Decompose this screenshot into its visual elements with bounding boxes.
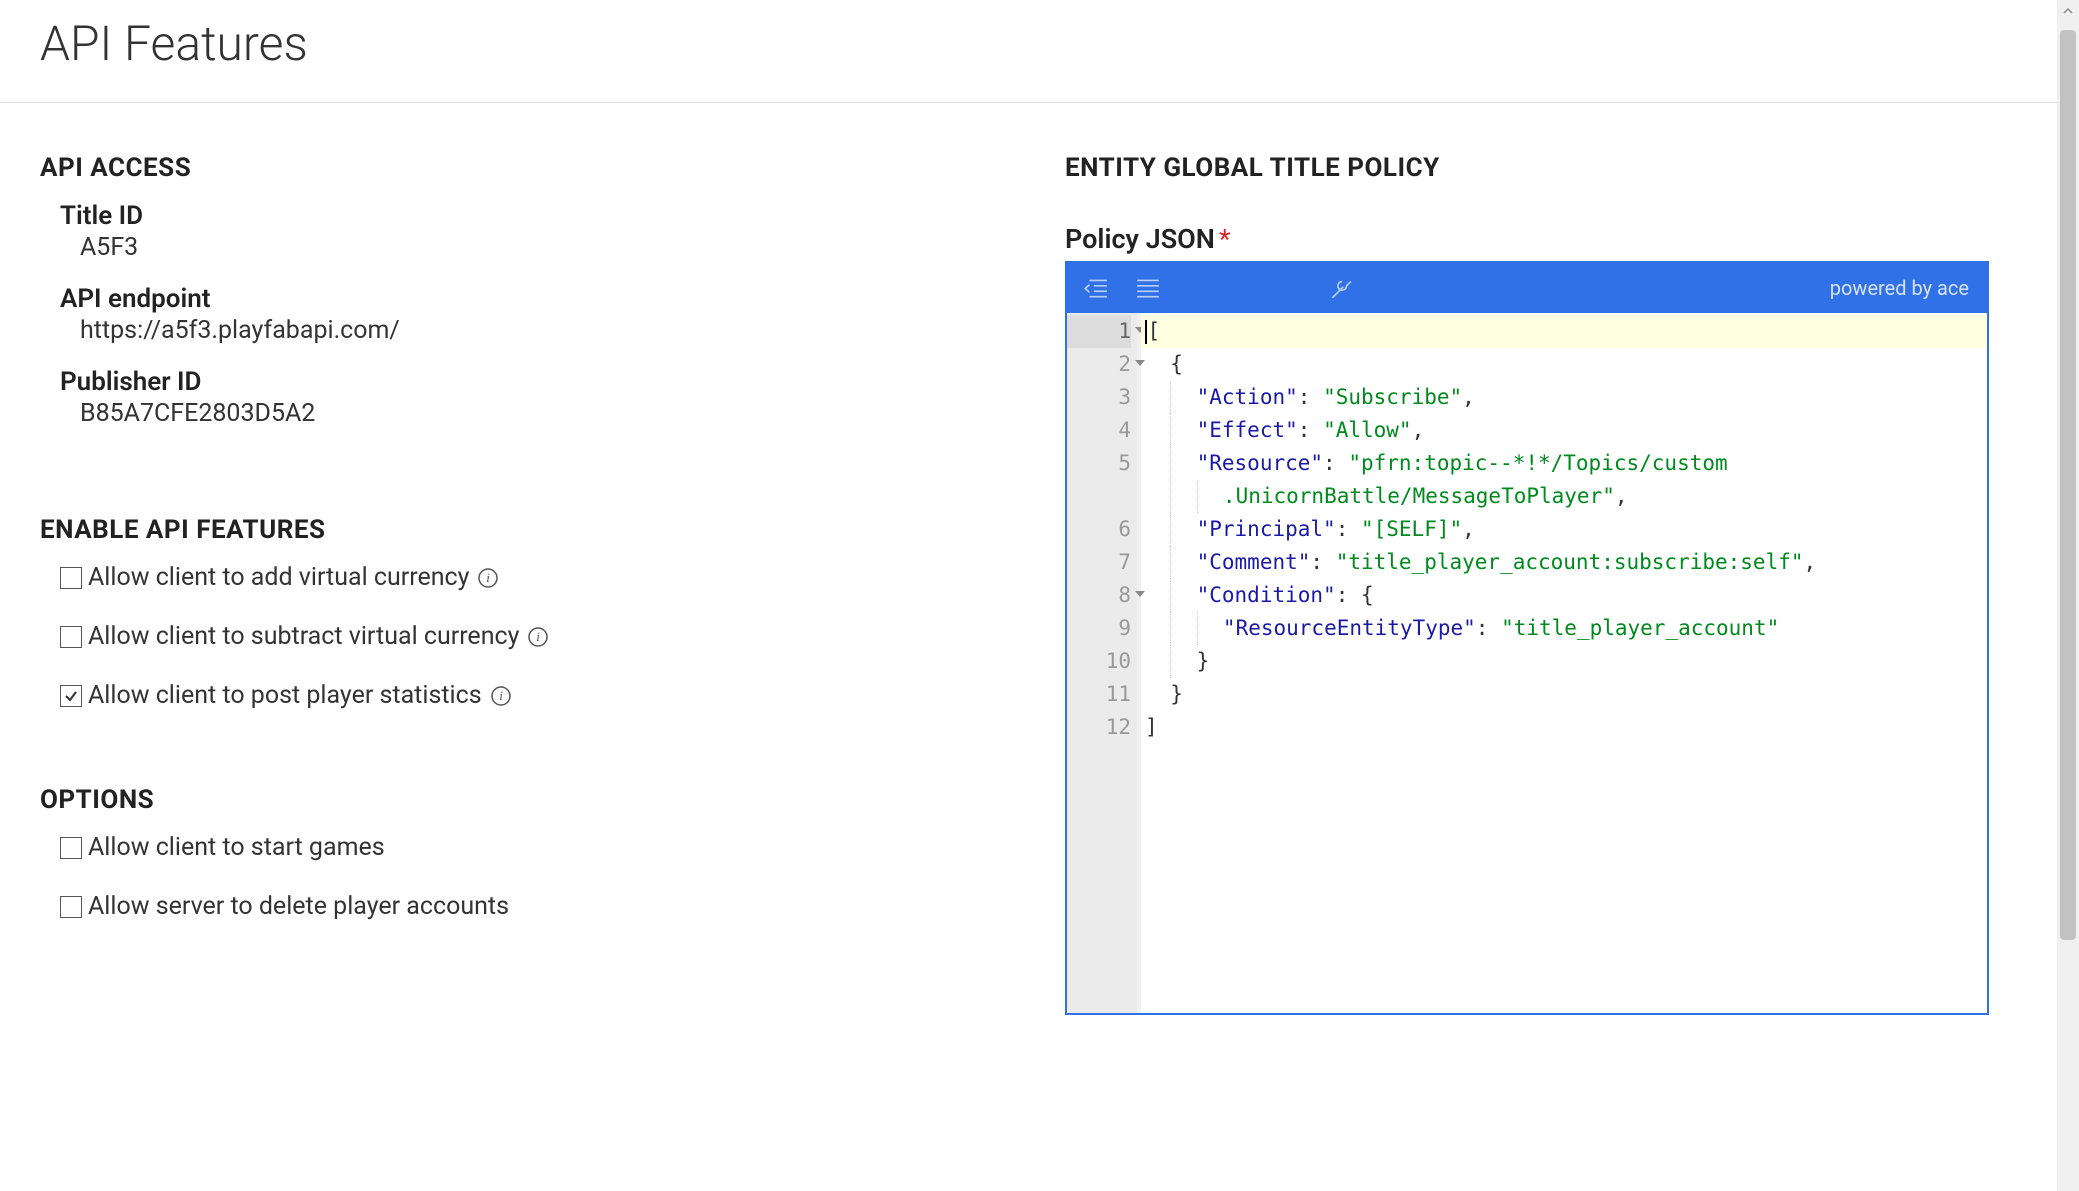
feature-1-row: Allow client to subtract virtual currenc… bbox=[40, 622, 1025, 651]
option-0-label[interactable]: Allow client to start games bbox=[88, 833, 385, 862]
publisher-id-group: Publisher ID B85A7CFE2803D5A2 bbox=[40, 367, 1025, 428]
option-0-checkbox[interactable] bbox=[60, 837, 82, 859]
svg-text:i: i bbox=[537, 629, 541, 644]
feature-2-checkbox[interactable] bbox=[60, 685, 82, 707]
feature-0-label[interactable]: Allow client to add virtual currency bbox=[88, 563, 469, 592]
editor-gutter[interactable]: 123456789101112 bbox=[1067, 313, 1137, 1013]
api-access-heading: API ACCESS bbox=[40, 153, 1025, 183]
enable-api-features-heading: ENABLE API FEATURES bbox=[40, 515, 1025, 545]
scrollbar-thumb[interactable] bbox=[2060, 30, 2076, 940]
option-0-row: Allow client to start games bbox=[40, 833, 1025, 862]
title-id-label: Title ID bbox=[60, 201, 1025, 231]
api-endpoint-value: https://a5f3.playfabapi.com/ bbox=[60, 316, 1025, 345]
editor-code-area[interactable]: [ { "Action": "Subscribe", "Effect": "Al… bbox=[1141, 313, 1987, 1013]
justify-icon[interactable] bbox=[1135, 275, 1161, 301]
feature-1-label[interactable]: Allow client to subtract virtual currenc… bbox=[88, 622, 519, 651]
right-column: ENTITY GLOBAL TITLE POLICY Policy JSON* … bbox=[1065, 153, 2039, 1015]
option-1-checkbox[interactable] bbox=[60, 896, 82, 918]
powered-by-ace-label: powered by ace bbox=[1830, 276, 1969, 300]
policy-json-label: Policy JSON* bbox=[1065, 223, 1989, 255]
policy-json-editor[interactable]: powered by ace 123456789101112 [ { "Acti… bbox=[1065, 261, 1989, 1015]
feature-0-row: Allow client to add virtual currency i bbox=[40, 563, 1025, 592]
required-asterisk: * bbox=[1219, 223, 1231, 255]
vertical-scrollbar[interactable] bbox=[2057, 0, 2079, 1191]
outdent-icon[interactable] bbox=[1083, 275, 1109, 301]
info-icon[interactable]: i bbox=[490, 685, 512, 707]
feature-2-row: Allow client to post player statistics i bbox=[40, 681, 1025, 710]
info-icon[interactable]: i bbox=[477, 567, 499, 589]
feature-2-label[interactable]: Allow client to post player statistics bbox=[88, 681, 482, 710]
scroll-up-arrow-icon[interactable] bbox=[2057, 0, 2079, 22]
wrench-icon[interactable] bbox=[1327, 275, 1353, 301]
feature-0-checkbox[interactable] bbox=[60, 567, 82, 589]
left-column: API ACCESS Title ID A5F3 API endpoint ht… bbox=[40, 153, 1065, 1015]
info-icon[interactable]: i bbox=[527, 626, 549, 648]
page-title: API Features bbox=[40, 0, 2039, 72]
svg-text:i: i bbox=[487, 570, 491, 585]
option-1-label[interactable]: Allow server to delete player accounts bbox=[88, 892, 509, 921]
feature-1-checkbox[interactable] bbox=[60, 626, 82, 648]
entity-policy-heading: ENTITY GLOBAL TITLE POLICY bbox=[1065, 153, 1989, 183]
title-id-group: Title ID A5F3 bbox=[40, 201, 1025, 262]
svg-text:i: i bbox=[499, 688, 503, 703]
publisher-id-value: B85A7CFE2803D5A2 bbox=[60, 399, 1025, 428]
api-endpoint-group: API endpoint https://a5f3.playfabapi.com… bbox=[40, 284, 1025, 345]
options-heading: OPTIONS bbox=[40, 785, 1025, 815]
api-endpoint-label: API endpoint bbox=[60, 284, 1025, 314]
option-1-row: Allow server to delete player accounts bbox=[40, 892, 1025, 921]
title-id-value: A5F3 bbox=[60, 233, 1025, 262]
publisher-id-label: Publisher ID bbox=[60, 367, 1025, 397]
editor-toolbar: powered by ace bbox=[1067, 263, 1987, 313]
